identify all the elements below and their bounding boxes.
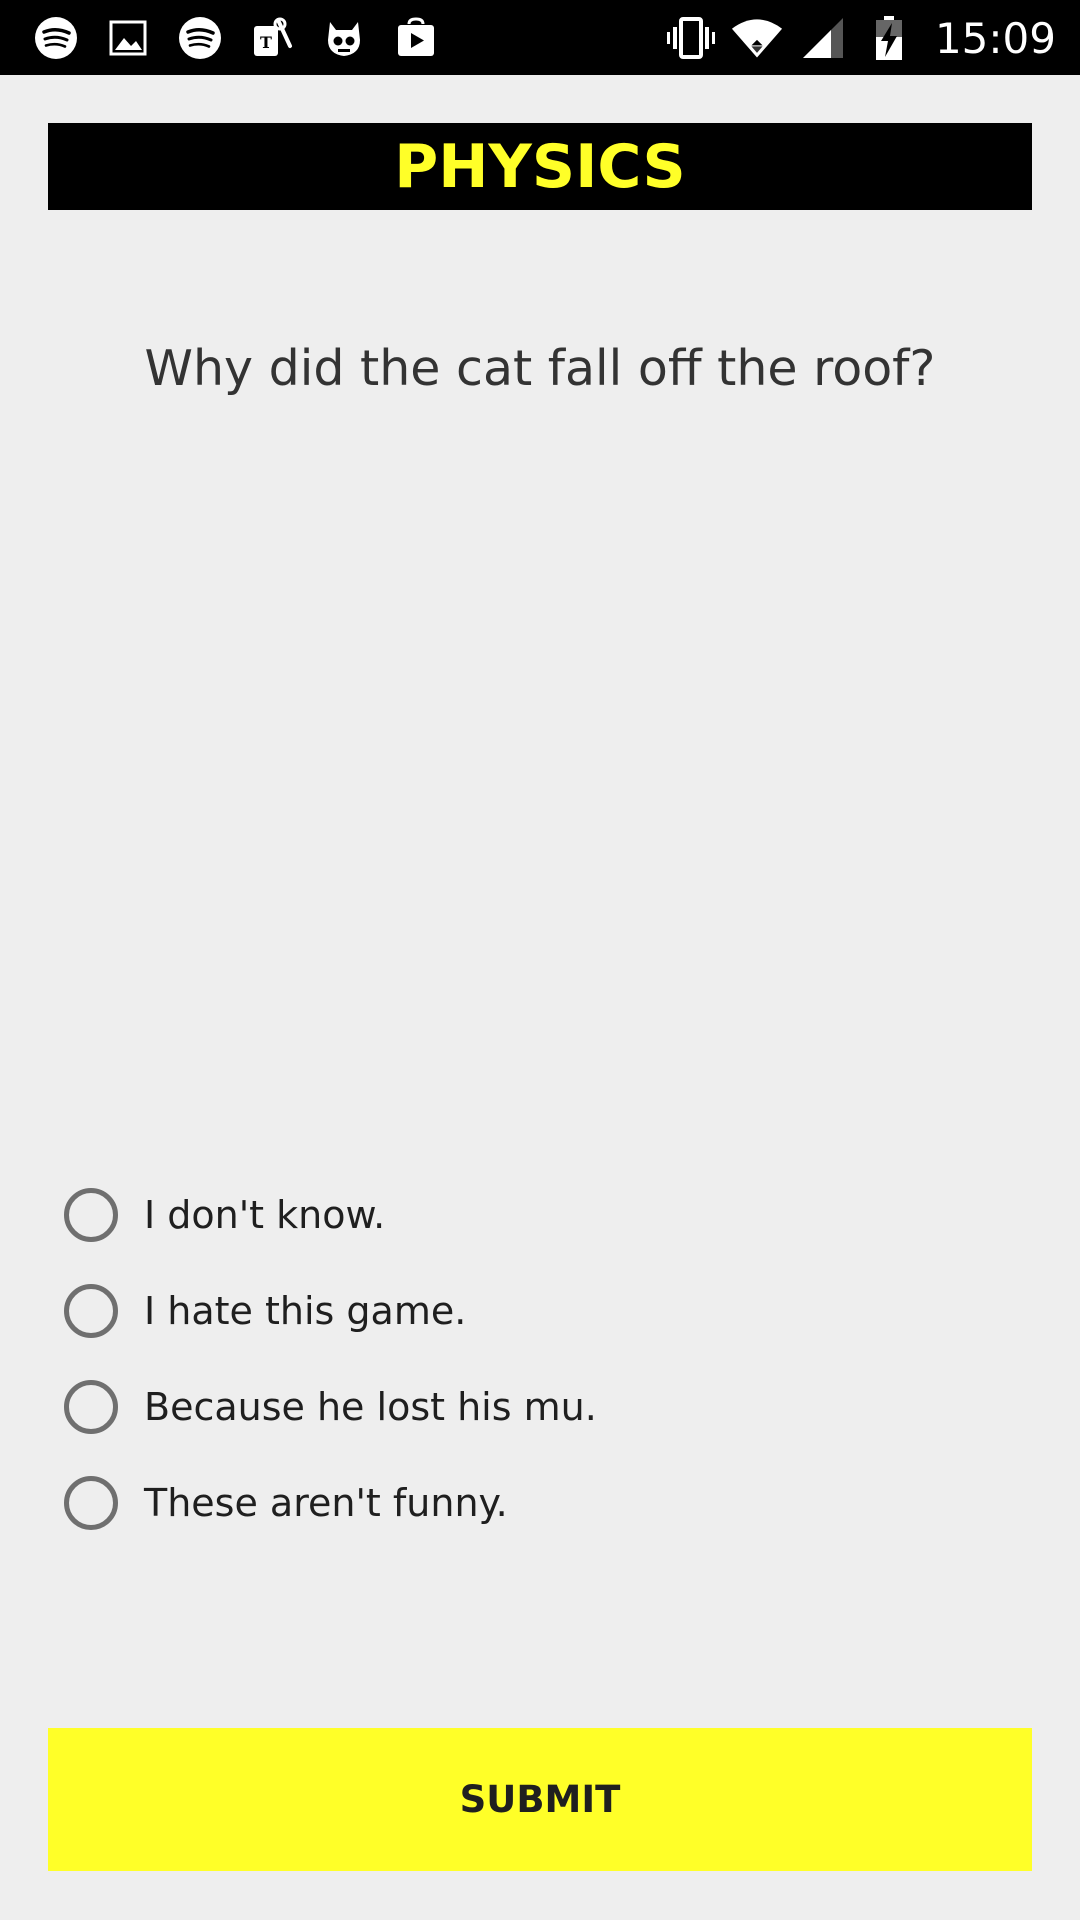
radio-button[interactable] xyxy=(64,1380,118,1434)
battery-icon xyxy=(863,12,915,64)
submit-button[interactable]: SUBMIT xyxy=(48,1728,1032,1871)
vibrate-icon xyxy=(665,12,717,64)
answer-option-label: These aren't funny. xyxy=(144,1481,508,1525)
radio-button[interactable] xyxy=(64,1284,118,1338)
category-title: PHYSICS xyxy=(394,131,686,202)
status-clock: 15:09 xyxy=(934,13,1056,63)
notification-icons: T xyxy=(30,12,442,64)
gallery-icon xyxy=(102,12,154,64)
spotify-icon xyxy=(30,12,82,64)
status-bar: T 15:09 xyxy=(0,0,1080,75)
category-header: PHYSICS xyxy=(48,123,1032,210)
submit-label: SUBMIT xyxy=(459,1778,621,1821)
answer-option-2[interactable]: I hate this game. xyxy=(64,1280,964,1342)
signal-icon xyxy=(797,12,849,64)
spotify-icon xyxy=(174,12,226,64)
play-store-icon xyxy=(390,12,442,64)
answer-options: I don't know. I hate this game. Because … xyxy=(64,1184,964,1568)
cyanogen-icon xyxy=(318,12,370,64)
wifi-icon xyxy=(731,12,783,64)
answer-option-1[interactable]: I don't know. xyxy=(64,1184,964,1246)
answer-option-4[interactable]: These aren't funny. xyxy=(64,1472,964,1534)
answer-option-label: Because he lost his mu. xyxy=(144,1385,597,1429)
answer-option-label: I hate this game. xyxy=(144,1289,467,1333)
radio-button[interactable] xyxy=(64,1476,118,1530)
radio-button[interactable] xyxy=(64,1188,118,1242)
svg-text:T: T xyxy=(260,33,272,52)
answer-option-label: I don't know. xyxy=(144,1193,386,1237)
system-icons: 15:09 xyxy=(665,12,1056,64)
question-text: Why did the cat fall off the roof? xyxy=(144,340,936,397)
answer-option-3[interactable]: Because he lost his mu. xyxy=(64,1376,964,1438)
tmobile-icon: T xyxy=(246,12,298,64)
